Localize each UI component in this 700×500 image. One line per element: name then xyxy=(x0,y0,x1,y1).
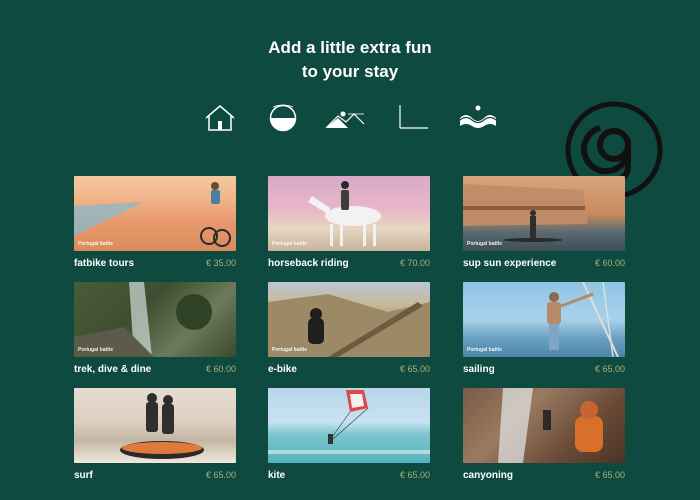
activity-price: € 60.00 xyxy=(205,364,236,374)
activity-name[interactable]: sailing xyxy=(463,364,495,375)
activity-card[interactable]: surf € 65.00 xyxy=(74,388,236,482)
activity-name[interactable]: horseback riding xyxy=(268,258,349,269)
activity-price: € 60.00 xyxy=(594,258,625,268)
activity-image[interactable]: Portugal battle xyxy=(74,176,236,251)
activity-name[interactable]: fatbike tours xyxy=(74,258,134,269)
semicircle-logo-icon xyxy=(268,100,298,134)
watermark-badge: Portugal battle xyxy=(467,347,503,353)
activity-card[interactable]: canyoning € 65.00 xyxy=(463,388,625,482)
activity-card[interactable]: Portugal battle sup sun experience € 60.… xyxy=(463,176,625,270)
watermark-badge: Portugal battle xyxy=(272,347,308,353)
activity-image[interactable] xyxy=(268,388,430,463)
activity-price: € 65.00 xyxy=(399,470,430,480)
wave-on-logo-icon xyxy=(458,100,498,134)
activity-name[interactable]: e-bike xyxy=(268,364,297,375)
activity-price: € 65.00 xyxy=(205,470,236,480)
page-title-line-2: to your stay xyxy=(301,62,399,81)
activity-card[interactable]: Portugal battle fatbike tours € 35.00 xyxy=(74,176,236,270)
mountain-on-logo-icon xyxy=(324,100,366,134)
activity-price: € 35.00 xyxy=(205,258,236,268)
activity-image[interactable] xyxy=(74,388,236,463)
activity-name[interactable]: canyoning xyxy=(463,470,513,481)
page-title-line-1: Add a little extra fun xyxy=(268,38,432,57)
watermark-badge: Portugal battle xyxy=(78,347,114,353)
activity-price: € 70.00 xyxy=(399,258,430,268)
activity-name[interactable]: kite xyxy=(268,470,285,481)
activity-price: € 65.00 xyxy=(594,364,625,374)
activity-card[interactable]: Portugal battle horseback riding € 70.00 xyxy=(268,176,430,270)
activity-card[interactable]: Portugal battle trek, dive & dine € 60.0… xyxy=(74,282,236,376)
house-outline-icon xyxy=(204,100,236,134)
activity-name[interactable]: sup sun experience xyxy=(463,258,556,269)
activity-card[interactable]: Portugal battle e-bike € 65.00 xyxy=(268,282,430,376)
activity-image[interactable]: Portugal battle xyxy=(268,282,430,357)
activity-name[interactable]: trek, dive & dine xyxy=(74,364,151,375)
page-title: Add a little extra fun to your stay xyxy=(0,36,700,84)
activity-image[interactable]: Portugal battle xyxy=(74,282,236,357)
activity-card[interactable]: kite € 65.00 xyxy=(268,388,430,482)
activity-image[interactable]: Portugal battle xyxy=(463,176,625,251)
luxury-logo-icon xyxy=(398,100,430,134)
activity-price: € 65.00 xyxy=(594,470,625,480)
activity-name[interactable]: surf xyxy=(74,470,93,481)
watermark-badge: Portugal battle xyxy=(78,241,114,247)
activity-image[interactable]: Portugal battle xyxy=(268,176,430,251)
activity-image[interactable]: Portugal battle xyxy=(463,282,625,357)
activity-price: € 65.00 xyxy=(399,364,430,374)
activity-image[interactable] xyxy=(463,388,625,463)
watermark-badge: Portugal battle xyxy=(467,241,503,247)
activity-card[interactable]: Portugal battle sailing € 65.00 xyxy=(463,282,625,376)
watermark-badge: Portugal battle xyxy=(272,241,308,247)
